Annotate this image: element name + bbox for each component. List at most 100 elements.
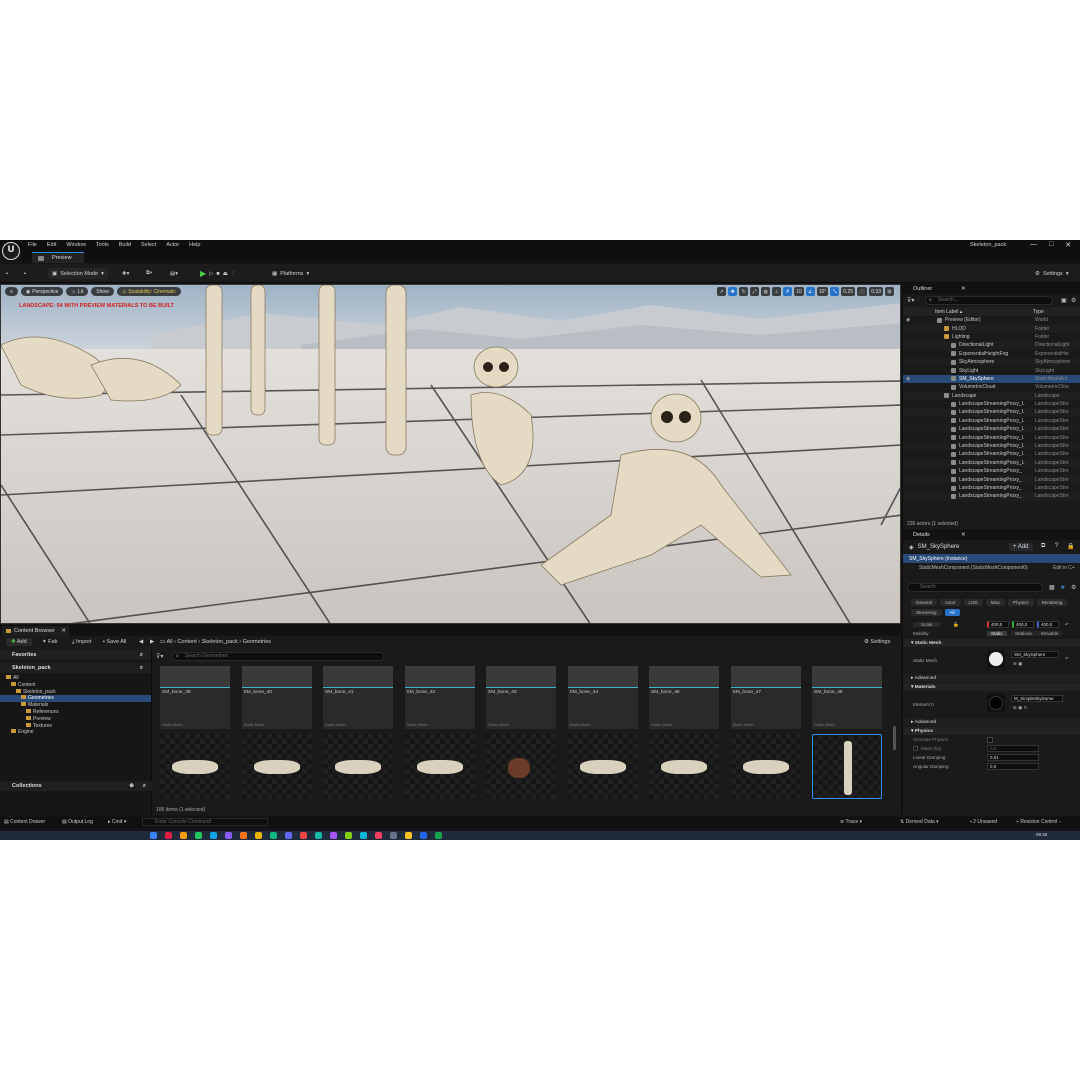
platforms-dropdown[interactable]: ▦ Platforms ▾ bbox=[272, 268, 309, 279]
fab-button[interactable]: ✦ Fab bbox=[42, 639, 58, 645]
taskbar-app-icon[interactable] bbox=[150, 832, 157, 839]
output-log-button[interactable]: ▤ Output Log bbox=[62, 819, 93, 825]
outliner-row[interactable]: LandscapeStreamingProxy_ LandscapeStre bbox=[903, 475, 1080, 484]
close-window-button[interactable]: ✕ bbox=[1065, 241, 1071, 249]
taskbar-app-icon[interactable] bbox=[420, 832, 427, 839]
outliner-row[interactable]: Lighting Folder bbox=[903, 333, 1080, 341]
outliner-row[interactable]: LandscapeStreamingProxy_L LandscapeStre bbox=[903, 450, 1080, 458]
minimize-button[interactable]: — bbox=[1030, 241, 1037, 249]
move-tool-icon[interactable]: ✥ bbox=[728, 287, 738, 296]
mass-checkbox[interactable] bbox=[913, 746, 918, 751]
category-chip[interactable]: Streaming bbox=[911, 609, 942, 616]
viewport-menu-button[interactable]: ≡ bbox=[5, 287, 18, 296]
folder-tree-item[interactable]: Engine bbox=[0, 729, 151, 736]
selection-mode-dropdown[interactable]: ▣ Selection Mode ▾ bbox=[48, 268, 108, 279]
menu-file[interactable]: File bbox=[28, 242, 37, 248]
outliner-row[interactable]: SkyLight SkyLight bbox=[903, 366, 1080, 374]
taskbar-app-icon[interactable] bbox=[285, 832, 292, 839]
asset-preview-tile[interactable] bbox=[567, 734, 638, 799]
step-icon[interactable]: ▷ bbox=[209, 271, 213, 277]
revision-control-button[interactable]: ⑂ Revision Control ▾ bbox=[1016, 819, 1061, 825]
details-actor-name[interactable]: SM_SkySphere bbox=[918, 544, 960, 550]
category-chip[interactable]: All bbox=[944, 609, 960, 616]
browse-icon[interactable]: ⊕ ▣ ↻ bbox=[1013, 705, 1028, 711]
outliner-row[interactable]: SkyAtmosphere SkyAtmosphere bbox=[903, 357, 1080, 367]
scale-snap-value[interactable]: 0.25 bbox=[841, 287, 856, 296]
menu-edit[interactable]: Edit bbox=[47, 242, 56, 248]
rotation-snap-value[interactable]: 10° bbox=[816, 287, 829, 296]
search-icon[interactable]: ⌕ bbox=[140, 663, 143, 673]
help-icon[interactable]: ? bbox=[1055, 543, 1058, 549]
lock-icon[interactable]: 🔒 bbox=[1067, 543, 1074, 550]
scalability-button[interactable]: ⚠ Scalability: Cinematic bbox=[116, 287, 181, 296]
gear-icon[interactable]: ⚙ bbox=[1071, 297, 1076, 304]
taskbar-app-icon[interactable] bbox=[375, 832, 382, 839]
section-static-mesh[interactable]: ▾ Static Mesh bbox=[903, 639, 1080, 647]
mobility-stationary[interactable]: Stationa bbox=[1011, 631, 1036, 636]
static-mesh-picker[interactable]: SM_SkySphere bbox=[1011, 651, 1059, 658]
asset-search-input[interactable]: Search Geometries bbox=[172, 652, 384, 661]
section-materials[interactable]: ▾ Materials bbox=[903, 683, 1080, 691]
asset-tile[interactable]: SM_bone_43 Static Mesh bbox=[486, 666, 556, 729]
taskbar-app-icon[interactable] bbox=[225, 832, 232, 839]
taskbar-app-icon[interactable] bbox=[435, 832, 442, 839]
settings-dropdown[interactable]: ⚙ Settings ▾ bbox=[1035, 268, 1069, 279]
mass-field[interactable]: 0,0 bbox=[987, 745, 1039, 752]
collections-section[interactable]: Collections ⊕ ⌕ bbox=[0, 781, 152, 791]
lock-icon[interactable]: 🔓 bbox=[953, 622, 959, 628]
table-view-icon[interactable]: ▦ bbox=[1049, 584, 1055, 591]
menu-tools[interactable]: Tools bbox=[96, 242, 109, 248]
taskbar-app-icon[interactable] bbox=[390, 832, 397, 839]
breadcrumb-skeleton-pack[interactable]: Skeleton_pack bbox=[202, 639, 238, 645]
unsaved-button[interactable]: ▪ 2 Unsaved bbox=[970, 819, 997, 825]
menu-select[interactable]: Select bbox=[141, 242, 156, 248]
angular-damping-field[interactable]: 0,0 bbox=[987, 763, 1039, 770]
folder-tree-item[interactable]: Materials bbox=[0, 702, 151, 709]
category-chip[interactable]: General bbox=[911, 599, 938, 606]
outliner-row[interactable]: LandscapeStreamingProxy_L LandscapeStre bbox=[903, 425, 1080, 434]
outliner-row[interactable]: LandscapeStreamingProxy_L LandscapeStre bbox=[903, 400, 1080, 408]
scale-tool-icon[interactable]: ⤢ bbox=[750, 287, 760, 296]
breadcrumb-content[interactable]: Content bbox=[177, 639, 196, 645]
reset-arrow-icon[interactable]: ↶ bbox=[1065, 622, 1069, 628]
menu-help[interactable]: Help bbox=[189, 242, 200, 248]
folder-tree-item[interactable]: Content bbox=[0, 681, 151, 689]
visibility-eye-icon[interactable]: ◉ bbox=[906, 376, 910, 382]
filter-icon[interactable]: ⊽▾ bbox=[907, 297, 914, 304]
reset-arrow-icon[interactable]: ↶ bbox=[1065, 656, 1069, 662]
folder-tree-item[interactable]: Geometries bbox=[0, 695, 151, 703]
category-chip[interactable]: Rendering bbox=[1036, 599, 1068, 606]
outliner-row[interactable]: LandscapeStreamingProxy_L LandscapeStre bbox=[903, 433, 1080, 441]
content-browser-tab[interactable]: Content Browser ✕ bbox=[2, 626, 69, 636]
blueprint-icon[interactable]: ⧉ bbox=[1041, 543, 1045, 550]
close-icon[interactable]: ✕ bbox=[961, 530, 966, 540]
outliner-row[interactable]: LandscapeStreamingProxy_ LandscapeStre bbox=[903, 467, 1080, 475]
camera-speed-value[interactable]: 0.33 bbox=[869, 287, 883, 296]
taskbar-app-icon[interactable] bbox=[165, 832, 172, 839]
select-tool-icon[interactable]: ➚ bbox=[717, 287, 727, 296]
trace-button[interactable]: ≋ Trace ▾ bbox=[840, 819, 862, 825]
details-tab[interactable]: Details ✕ bbox=[903, 530, 1080, 540]
breadcrumb-all[interactable]: All bbox=[166, 639, 172, 645]
import-button[interactable]: ⤓ Import bbox=[72, 639, 92, 646]
outliner-row[interactable]: LandscapeStreamingProxy_L LandscapeStre bbox=[903, 408, 1080, 417]
show-button[interactable]: Show bbox=[91, 287, 114, 296]
eject-icon[interactable]: ⏏ bbox=[223, 271, 228, 277]
outliner-row[interactable]: LandscapeStreamingProxy_ LandscapeStre bbox=[903, 492, 1080, 501]
category-chip[interactable]: Misc bbox=[985, 599, 1006, 606]
outliner-row[interactable]: ◉ SM_SkySphere StaticMeshAct bbox=[903, 374, 1080, 384]
outliner-row[interactable]: Landscape Landscape bbox=[903, 391, 1080, 400]
section-physics[interactable]: ▾ Physics bbox=[903, 727, 1080, 735]
outliner-search-input[interactable]: Search... bbox=[925, 296, 1053, 305]
camera-speed-icon[interactable]: 🎥 bbox=[857, 287, 868, 296]
search-icon[interactable]: ⌕ bbox=[140, 650, 143, 660]
derived-data-button[interactable]: ⇅ Derived Data ▾ bbox=[900, 819, 939, 825]
star-icon[interactable]: ★ bbox=[1060, 584, 1065, 591]
details-component-row[interactable]: StaticMeshComponent (StaticMeshComponent… bbox=[903, 563, 1080, 573]
outliner-row[interactable]: VolumetricCloud VolumetricClou bbox=[903, 383, 1080, 391]
mobility-static[interactable]: Static bbox=[987, 631, 1007, 636]
edit-in-cpp-link[interactable]: Edit in C+ bbox=[1053, 565, 1075, 571]
visibility-eye-icon[interactable]: ◉ bbox=[906, 317, 910, 323]
menu-build[interactable]: Build bbox=[119, 242, 131, 248]
stop-icon[interactable]: ■ bbox=[216, 271, 219, 277]
